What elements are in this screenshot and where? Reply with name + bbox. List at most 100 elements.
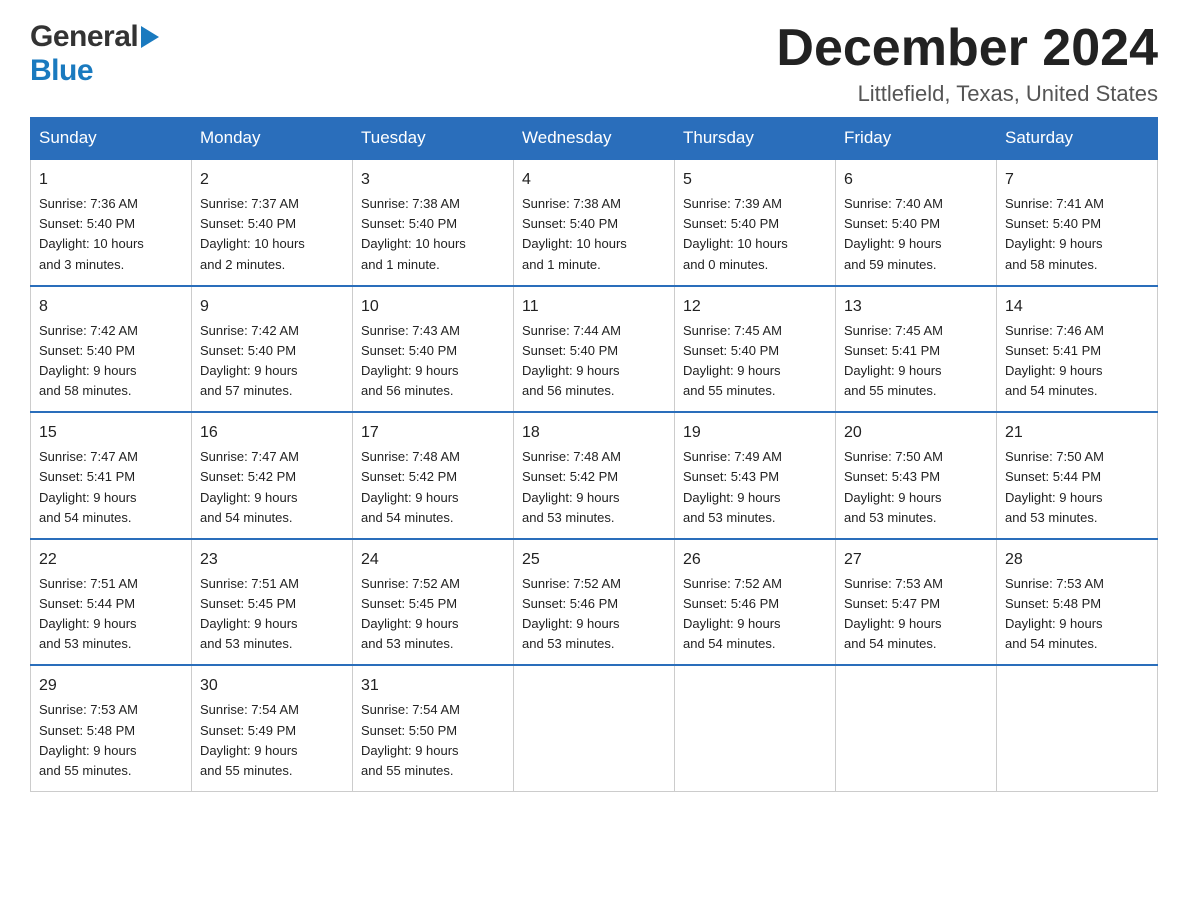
table-row — [675, 665, 836, 791]
day-number: 28 — [1005, 548, 1149, 572]
calendar-week-row: 15Sunrise: 7:47 AMSunset: 5:41 PMDayligh… — [31, 412, 1158, 539]
day-info: Sunrise: 7:46 AMSunset: 5:41 PMDaylight:… — [1005, 321, 1149, 402]
day-info: Sunrise: 7:39 AMSunset: 5:40 PMDaylight:… — [683, 194, 827, 275]
table-row: 15Sunrise: 7:47 AMSunset: 5:41 PMDayligh… — [31, 412, 192, 539]
day-info: Sunrise: 7:53 AMSunset: 5:48 PMDaylight:… — [39, 700, 183, 781]
table-row: 29Sunrise: 7:53 AMSunset: 5:48 PMDayligh… — [31, 665, 192, 791]
day-number: 4 — [522, 168, 666, 192]
table-row: 27Sunrise: 7:53 AMSunset: 5:47 PMDayligh… — [836, 539, 997, 666]
day-info: Sunrise: 7:38 AMSunset: 5:40 PMDaylight:… — [361, 194, 505, 275]
table-row: 8Sunrise: 7:42 AMSunset: 5:40 PMDaylight… — [31, 286, 192, 413]
day-number: 13 — [844, 295, 988, 319]
day-info: Sunrise: 7:48 AMSunset: 5:42 PMDaylight:… — [361, 447, 505, 528]
day-info: Sunrise: 7:52 AMSunset: 5:45 PMDaylight:… — [361, 574, 505, 655]
day-info: Sunrise: 7:54 AMSunset: 5:49 PMDaylight:… — [200, 700, 344, 781]
day-info: Sunrise: 7:50 AMSunset: 5:44 PMDaylight:… — [1005, 447, 1149, 528]
table-row: 12Sunrise: 7:45 AMSunset: 5:40 PMDayligh… — [675, 286, 836, 413]
table-row: 11Sunrise: 7:44 AMSunset: 5:40 PMDayligh… — [514, 286, 675, 413]
day-number: 21 — [1005, 421, 1149, 445]
table-row — [514, 665, 675, 791]
col-monday: Monday — [192, 118, 353, 160]
table-row: 13Sunrise: 7:45 AMSunset: 5:41 PMDayligh… — [836, 286, 997, 413]
title-block: December 2024 Littlefield, Texas, United… — [776, 20, 1158, 107]
day-info: Sunrise: 7:42 AMSunset: 5:40 PMDaylight:… — [200, 321, 344, 402]
day-info: Sunrise: 7:36 AMSunset: 5:40 PMDaylight:… — [39, 194, 183, 275]
day-number: 22 — [39, 548, 183, 572]
day-info: Sunrise: 7:37 AMSunset: 5:40 PMDaylight:… — [200, 194, 344, 275]
day-number: 29 — [39, 674, 183, 698]
day-number: 17 — [361, 421, 505, 445]
day-number: 16 — [200, 421, 344, 445]
day-number: 1 — [39, 168, 183, 192]
col-friday: Friday — [836, 118, 997, 160]
calendar-table: Sunday Monday Tuesday Wednesday Thursday… — [30, 117, 1158, 792]
day-number: 26 — [683, 548, 827, 572]
calendar-week-row: 1Sunrise: 7:36 AMSunset: 5:40 PMDaylight… — [31, 159, 1158, 286]
table-row: 14Sunrise: 7:46 AMSunset: 5:41 PMDayligh… — [997, 286, 1158, 413]
table-row: 6Sunrise: 7:40 AMSunset: 5:40 PMDaylight… — [836, 159, 997, 286]
calendar-week-row: 8 Sunrise: 7:42 AMSunset: 5:40 PMDaylight… — [31, 286, 1158, 413]
day-number: 15 — [39, 421, 183, 445]
table-row: 25Sunrise: 7:52 AMSunset: 5:46 PMDayligh… — [514, 539, 675, 666]
col-tuesday: Tuesday — [353, 118, 514, 160]
day-number: 8 — [39, 295, 183, 319]
day-number: 12 — [683, 295, 827, 319]
logo-blue-text: Blue — [30, 54, 93, 87]
day-number: 9 — [200, 295, 344, 319]
day-info: Sunrise: 7:51 AMSunset: 5:44 PMDaylight:… — [39, 574, 183, 655]
table-row: 22Sunrise: 7:51 AMSunset: 5:44 PMDayligh… — [31, 539, 192, 666]
table-row: 26Sunrise: 7:52 AMSunset: 5:46 PMDayligh… — [675, 539, 836, 666]
logo-flag-icon — [141, 26, 159, 53]
day-number: 11 — [522, 295, 666, 319]
day-number: 30 — [200, 674, 344, 698]
day-info: Sunrise: 7:49 AMSunset: 5:43 PMDaylight:… — [683, 447, 827, 528]
calendar-header-row: Sunday Monday Tuesday Wednesday Thursday… — [31, 118, 1158, 160]
day-number: 23 — [200, 548, 344, 572]
table-row: 3Sunrise: 7:38 AMSunset: 5:40 PMDaylight… — [353, 159, 514, 286]
calendar-week-row: 29Sunrise: 7:53 AMSunset: 5:48 PMDayligh… — [31, 665, 1158, 791]
table-row: 4Sunrise: 7:38 AMSunset: 5:40 PMDaylight… — [514, 159, 675, 286]
day-info: Sunrise: 7:47 AMSunset: 5:42 PMDaylight:… — [200, 447, 344, 528]
day-number: 6 — [844, 168, 988, 192]
col-sunday: Sunday — [31, 118, 192, 160]
table-row: 16Sunrise: 7:47 AMSunset: 5:42 PMDayligh… — [192, 412, 353, 539]
day-number: 18 — [522, 421, 666, 445]
table-row: 17Sunrise: 7:48 AMSunset: 5:42 PMDayligh… — [353, 412, 514, 539]
day-info: Sunrise: 7:53 AMSunset: 5:48 PMDaylight:… — [1005, 574, 1149, 655]
table-row: 30Sunrise: 7:54 AMSunset: 5:49 PMDayligh… — [192, 665, 353, 791]
location-title: Littlefield, Texas, United States — [776, 81, 1158, 107]
table-row: 18Sunrise: 7:48 AMSunset: 5:42 PMDayligh… — [514, 412, 675, 539]
day-info: Sunrise: 7:52 AMSunset: 5:46 PMDaylight:… — [683, 574, 827, 655]
day-number: 10 — [361, 295, 505, 319]
day-info: Sunrise: 7:51 AMSunset: 5:45 PMDaylight:… — [200, 574, 344, 655]
day-info: Sunrise: 7:54 AMSunset: 5:50 PMDaylight:… — [361, 700, 505, 781]
month-title: December 2024 — [776, 20, 1158, 77]
table-row: 2Sunrise: 7:37 AMSunset: 5:40 PMDaylight… — [192, 159, 353, 286]
day-info: Sunrise: 7:38 AMSunset: 5:40 PMDaylight:… — [522, 194, 666, 275]
day-info: Sunrise: 7:47 AMSunset: 5:41 PMDaylight:… — [39, 447, 183, 528]
logo: General Blue — [30, 20, 159, 88]
day-number: 5 — [683, 168, 827, 192]
page-header: General Blue December 2024 Littlefield, … — [30, 20, 1158, 107]
table-row: 31Sunrise: 7:54 AMSunset: 5:50 PMDayligh… — [353, 665, 514, 791]
table-row: 1Sunrise: 7:36 AMSunset: 5:40 PMDaylight… — [31, 159, 192, 286]
table-row: 10Sunrise: 7:43 AMSunset: 5:40 PMDayligh… — [353, 286, 514, 413]
day-number: 2 — [200, 168, 344, 192]
day-number: 7 — [1005, 168, 1149, 192]
day-info: Sunrise: 7:41 AMSunset: 5:40 PMDaylight:… — [1005, 194, 1149, 275]
day-info: Sunrise: 7:45 AMSunset: 5:40 PMDaylight:… — [683, 321, 827, 402]
day-number: 20 — [844, 421, 988, 445]
day-info: Sunrise: 7:44 AMSunset: 5:40 PMDaylight:… — [522, 321, 666, 402]
day-number: 14 — [1005, 295, 1149, 319]
table-row: 5Sunrise: 7:39 AMSunset: 5:40 PMDaylight… — [675, 159, 836, 286]
col-saturday: Saturday — [997, 118, 1158, 160]
table-row: 9Sunrise: 7:42 AMSunset: 5:40 PMDaylight… — [192, 286, 353, 413]
table-row — [836, 665, 997, 791]
table-row: 21Sunrise: 7:50 AMSunset: 5:44 PMDayligh… — [997, 412, 1158, 539]
calendar-week-row: 22Sunrise: 7:51 AMSunset: 5:44 PMDayligh… — [31, 539, 1158, 666]
day-number: 31 — [361, 674, 505, 698]
table-row: 24Sunrise: 7:52 AMSunset: 5:45 PMDayligh… — [353, 539, 514, 666]
table-row: 19Sunrise: 7:49 AMSunset: 5:43 PMDayligh… — [675, 412, 836, 539]
day-info: Sunrise: 7:53 AMSunset: 5:47 PMDaylight:… — [844, 574, 988, 655]
day-number: 3 — [361, 168, 505, 192]
